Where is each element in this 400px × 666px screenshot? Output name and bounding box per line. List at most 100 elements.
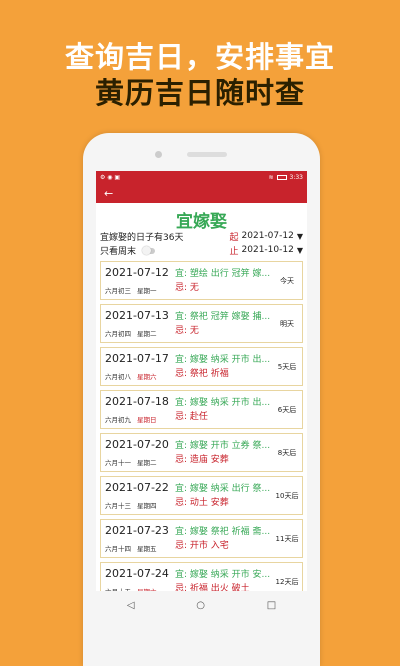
day-date-block: 2021-07-22 六月十三 星期四 <box>101 477 175 514</box>
day-date-block: 2021-07-17 六月初八 星期六 <box>101 348 175 385</box>
day-card[interactable]: 2021-07-24六月十五星期六宜: 嫁娶 纳采 开市 安... 忌: 祈福 出… <box>100 562 303 591</box>
suitable-activities: 宜: 嫁娶 开市 立券 祭... <box>175 441 271 451</box>
page-title: 宜嫁娶 <box>176 212 227 232</box>
day-date-block: 2021-07-23 六月十四 星期五 <box>101 520 175 557</box>
day-activities: 宜: 嫁娶 开市 立券 祭... 忌: 造庙 安葬 <box>175 434 272 471</box>
day-activities: 宜: 嫁娶 纳采 开市 出... 忌: 赴任 <box>175 391 272 428</box>
lunar-date: 六月初八 <box>105 373 131 381</box>
status-bar: ⚙ ◉ ▣ ≋ 3:33 <box>96 171 307 184</box>
avoid-activities: 忌: 祭祀 祈福 <box>175 369 229 379</box>
day-lunar-line: 六月初八 星期六 <box>105 371 175 381</box>
day-activities: 宜: 祭祀 冠笄 嫁娶 捕... 忌: 无 <box>175 305 272 342</box>
weekend-label: 只看周末 <box>100 246 137 257</box>
lunar-date: 六月十四 <box>105 545 131 553</box>
suitable-activities: 宜: 嫁娶 纳采 开市 出... <box>175 398 271 408</box>
promo-headline-2: 黄历吉日随时查 <box>94 76 305 110</box>
weekday: 星期五 <box>137 545 157 553</box>
day-date: 2021-07-22 <box>105 481 169 494</box>
day-date-block: 2021-07-18 六月初九 星期日 <box>101 391 175 428</box>
weekday: 星期二 <box>137 459 157 467</box>
nav-back-icon[interactable]: ◁ <box>127 600 135 611</box>
lunar-date: 六月初四 <box>105 330 131 338</box>
day-date: 2021-07-24 <box>105 567 169 580</box>
day-activities: 宜: 嫁娶 纳采 开市 安... 忌: 祈福 出火 破土 <box>175 563 272 591</box>
phone-top-bezel <box>83 133 320 171</box>
end-date: 2021-10-12 <box>241 245 294 255</box>
start-date-picker[interactable]: 起 2021-07-12 ▼ <box>230 230 303 243</box>
day-lunar-line: 六月初三 星期一 <box>105 285 175 295</box>
day-activities: 宜: 塑绘 出行 冠笄 嫁... 忌: 无 <box>175 262 272 299</box>
dropdown-icon: ▼ <box>296 245 303 255</box>
day-activities: 宜: 嫁娶 纳采 出行 祭... 忌: 动土 安葬 <box>175 477 272 514</box>
end-label: 止 <box>229 246 239 257</box>
suitable-activities: 宜: 嫁娶 祭祀 祈福 斋... <box>175 527 271 537</box>
lunar-date: 六月初九 <box>105 416 131 424</box>
nav-recent-icon[interactable]: □ <box>267 600 276 611</box>
day-activities: 宜: 嫁娶 纳采 开市 出... 忌: 祭祀 祈福 <box>175 348 272 385</box>
day-date: 2021-07-18 <box>105 395 169 408</box>
status-icons-right: ≋ 3:33 <box>268 174 303 181</box>
avoid-activities: 忌: 无 <box>175 326 199 336</box>
weekday: 星期一 <box>137 287 157 295</box>
battery-icon <box>276 175 287 180</box>
weekend-filter: 只看周末 <box>100 244 155 257</box>
day-card[interactable]: 2021-07-18 六月初九 星期日 宜: 嫁娶 纳采 开市 出... 忌: 赴任 6天… <box>100 390 303 429</box>
status-time: 3:33 <box>289 174 303 181</box>
day-date: 2021-07-13 <box>105 309 169 322</box>
end-date-picker[interactable]: 止 2021-10-12 ▼ <box>230 244 303 257</box>
relative-day: 6天后 <box>277 405 297 414</box>
system-nav-bar: ◁ ○ □ <box>96 591 307 619</box>
day-lunar-line: 六月十四 星期五 <box>105 543 175 553</box>
camera-icon <box>155 151 162 158</box>
day-card[interactable]: 2021-07-20 六月十一 星期二 宜: 嫁娶 开市 立券 祭... 忌: 造庙 安… <box>100 433 303 472</box>
day-card[interactable]: 2021-07-13 六月初四 星期二 宜: 祭祀 冠笄 嫁娶 捕... 忌: 无明天 <box>100 304 303 343</box>
day-date-block: 2021-07-24六月十五星期六 <box>101 563 175 591</box>
day-lunar-line: 六月十三 星期四 <box>105 500 175 510</box>
day-card[interactable]: 2021-07-22 六月十三 星期四 宜: 嫁娶 纳采 出行 祭... 忌: 动土 安… <box>100 476 303 515</box>
avoid-activities: 忌: 赴任 <box>175 412 208 422</box>
suitable-activities: 宜: 嫁娶 纳采 开市 出... <box>175 355 271 365</box>
dropdown-icon: ▼ <box>296 231 303 241</box>
day-lunar-line: 六月十一 星期二 <box>105 457 175 467</box>
nav-home-icon[interactable]: ○ <box>196 600 205 611</box>
wifi-icon: ≋ <box>268 174 274 181</box>
lunar-date: 六月十一 <box>105 459 131 467</box>
app-bar: ← <box>96 184 307 203</box>
speaker-grille <box>187 152 227 157</box>
lunar-date: 六月初三 <box>105 287 131 295</box>
relative-day: 11天后 <box>275 534 299 543</box>
relative-day: 明天 <box>280 319 294 328</box>
avoid-activities: 忌: 开市 入宅 <box>175 541 229 551</box>
lunar-date: 六月十三 <box>105 502 131 510</box>
day-card[interactable]: 2021-07-12 六月初三 星期一 宜: 塑绘 出行 冠笄 嫁... 忌: 无今天 <box>100 261 303 300</box>
app-screen: ⚙ ◉ ▣ ≋ 3:33 ← 宜嫁娶 宜嫁娶的日子有36天 起 2021-07-… <box>96 171 307 591</box>
day-card[interactable]: 2021-07-17 六月初八 星期六 宜: 嫁娶 纳采 开市 出... 忌: 祭祀 祈… <box>100 347 303 386</box>
weekday: 星期六 <box>137 373 157 381</box>
day-date: 2021-07-23 <box>105 524 169 537</box>
phone-frame: ⚙ ◉ ▣ ≋ 3:33 ← 宜嫁娶 宜嫁娶的日子有36天 起 2021-07-… <box>83 133 320 666</box>
day-date-block: 2021-07-12 六月初三 星期一 <box>101 262 175 299</box>
suitable-activities: 宜: 塑绘 出行 冠笄 嫁... <box>175 269 271 279</box>
suitable-activities: 宜: 祭祀 冠笄 嫁娶 捕... <box>175 312 271 322</box>
weekday: 星期二 <box>137 330 157 338</box>
day-date: 2021-07-12 <box>105 266 169 279</box>
weekday: 星期日 <box>137 416 157 424</box>
weekday: 星期四 <box>137 502 157 510</box>
avoid-activities: 忌: 无 <box>175 283 199 293</box>
day-date: 2021-07-20 <box>105 438 169 451</box>
day-date-block: 2021-07-13 六月初四 星期二 <box>101 305 175 342</box>
day-lunar-line: 六月初四 星期二 <box>105 328 175 338</box>
start-label: 起 <box>229 232 239 243</box>
day-list: 2021-07-12 六月初三 星期一 宜: 塑绘 出行 冠笄 嫁... 忌: 无今天 2… <box>96 257 307 591</box>
suitable-activities: 宜: 嫁娶 纳采 出行 祭... <box>175 484 271 494</box>
day-card[interactable]: 2021-07-23 六月十四 星期五 宜: 嫁娶 祭祀 祈福 斋... 忌: 开市 入… <box>100 519 303 558</box>
suitable-activities: 宜: 嫁娶 纳采 开市 安... <box>175 570 271 580</box>
filter-panel: 宜嫁娶的日子有36天 起 2021-07-12 ▼ 只看周末 止 2021-10… <box>96 229 307 257</box>
status-icons-left: ⚙ ◉ ▣ <box>100 174 121 181</box>
start-date: 2021-07-12 <box>241 231 294 241</box>
day-count-text: 宜嫁娶的日子有36天 <box>100 232 184 243</box>
back-arrow-icon[interactable]: ← <box>104 187 113 200</box>
avoid-activities: 忌: 祈福 出火 破土 <box>175 584 250 591</box>
day-activities: 宜: 嫁娶 祭祀 祈福 斋... 忌: 开市 入宅 <box>175 520 272 557</box>
weekend-toggle[interactable] <box>141 246 155 255</box>
